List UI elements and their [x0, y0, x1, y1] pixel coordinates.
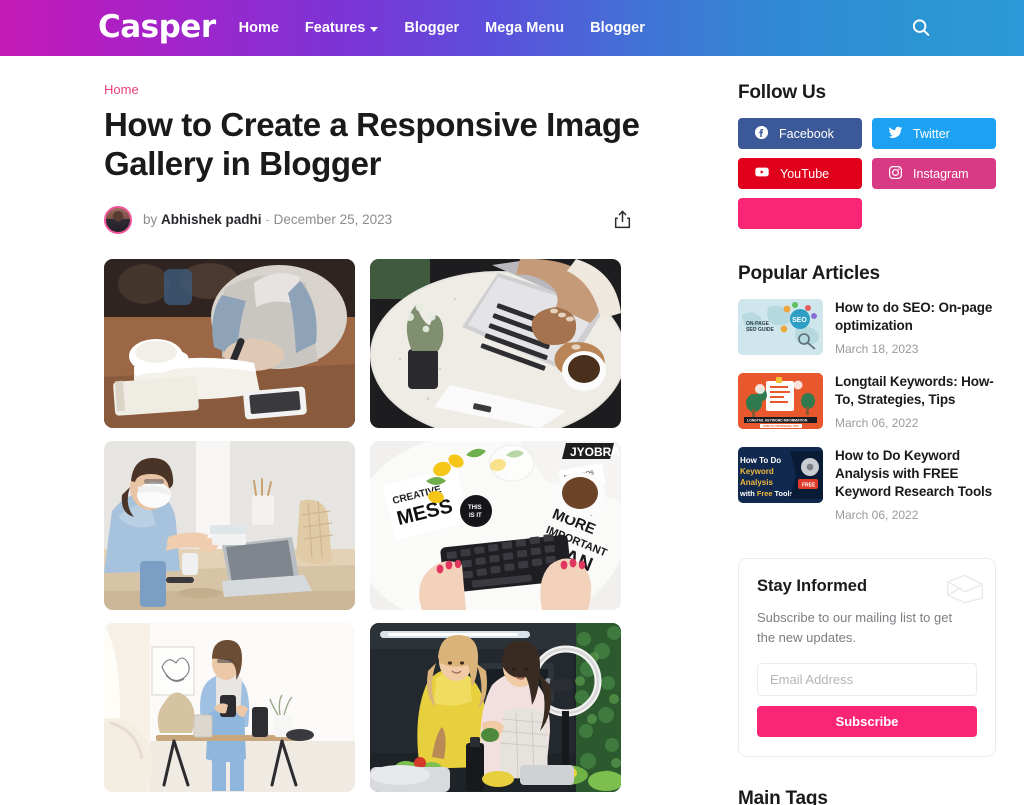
avatar: [104, 205, 132, 234]
list-item[interactable]: ON-PAGE SEO GUIDE SEO How to do SEO: On-…: [738, 299, 996, 356]
page-title: How to Create a Responsive Image Gallery…: [104, 106, 640, 182]
svg-text:FREE: FREE: [802, 482, 816, 488]
byline: by Abhishek padhi - December 25, 2023: [104, 205, 634, 234]
image-gallery: JYOBRA BEST TIPS FOR YOU CREATIVE MESS: [104, 258, 672, 792]
main-tags-heading: Main Tags: [738, 787, 828, 805]
social-button-youtube[interactable]: YouTube: [738, 158, 862, 189]
subscribe-button[interactable]: Subscribe: [757, 705, 977, 737]
main-column: Home How to Create a Responsive Image Ga…: [104, 56, 672, 805]
site-header: Casper Home Features Blogger Mega Menu B…: [0, 0, 1024, 56]
popular-thumbnail-2: LONGTAIL KEYWORD INFORMATION HOW-TO, STR…: [738, 372, 823, 429]
svg-text:IS IT: IS IT: [469, 513, 482, 519]
follow-us-heading: Follow Us: [738, 82, 826, 103]
svg-text:JYOBRA: JYOBRA: [570, 445, 620, 459]
popular-item-date: March 06, 2022: [835, 415, 919, 430]
byline-text: by Abhishek padhi - December 25, 2023: [143, 212, 392, 227]
popular-articles: Popular Articles ON-PAGE SEO GUIDE SEO H…: [738, 263, 996, 522]
social-button-instagram[interactable]: Instagram: [872, 158, 996, 189]
twitter-icon: [888, 125, 903, 143]
email-field[interactable]: [757, 662, 977, 696]
nav-label: Features: [304, 20, 366, 36]
popular-item-title[interactable]: How to Do Keyword Analysis with FREE Key…: [835, 447, 996, 501]
photo-kitchen-filming: [370, 622, 621, 792]
envelope-icon: [945, 573, 985, 610]
chevron-down-icon: [370, 26, 379, 32]
gallery-image-1[interactable]: [104, 258, 355, 428]
social-button-label: Twitter: [913, 126, 950, 141]
gallery-image-2[interactable]: [370, 258, 621, 428]
photo-woman-phone-room: [104, 622, 355, 792]
gallery-image-5[interactable]: [104, 622, 355, 792]
gallery-image-3[interactable]: [104, 440, 355, 610]
photo-desk-writing: [104, 258, 355, 428]
page-content: Home How to Create a Responsive Image Ga…: [0, 56, 1024, 805]
popular-item-text: How to Do Keyword Analysis with FREE Key…: [835, 447, 996, 522]
newsletter-description: Subscribe to our mailing list to get the…: [757, 609, 953, 645]
share-icon[interactable]: [612, 208, 634, 232]
page-root: Casper Home Features Blogger Mega Menu B…: [0, 0, 1024, 805]
search-icon[interactable]: [910, 17, 932, 39]
sidebar: Follow Us Facebook Twitter YouTube Insta…: [738, 56, 996, 805]
photo-keyboard-flatlay: JYOBRA BEST TIPS FOR YOU CREATIVE MESS: [370, 440, 621, 610]
svg-text:LONGTAIL KEYWORD INFORMATION: LONGTAIL KEYWORD INFORMATION: [747, 418, 808, 422]
popular-item-title[interactable]: Longtail Keywords: How-To, Strategies, T…: [835, 373, 996, 409]
post-date: December 25, 2023: [273, 212, 393, 228]
nav-label: Home: [238, 20, 279, 36]
svg-text:SEO GUIDE: SEO GUIDE: [746, 327, 774, 333]
svg-text:HOW-TO, STRATEGIES, TIPS: HOW-TO, STRATEGIES, TIPS: [763, 424, 799, 428]
popular-articles-heading: Popular Articles: [738, 263, 880, 284]
popular-item-title[interactable]: How to do SEO: On-page optimization: [835, 299, 996, 335]
popular-item-date: March 18, 2023: [835, 341, 919, 356]
breadcrumb[interactable]: Home: [104, 82, 672, 97]
popular-thumbnail-3: How To Do Keyword Analysis with Free Too…: [738, 446, 823, 503]
popular-thumbnail-1: ON-PAGE SEO GUIDE SEO: [738, 299, 823, 355]
svg-text:Keyword: Keyword: [740, 467, 774, 476]
social-buttons: Facebook Twitter YouTube Instagram: [738, 118, 996, 229]
popular-item-date: March 06, 2022: [835, 507, 919, 522]
newsletter-box: Stay Informed Subscribe to our mailing l…: [738, 557, 996, 757]
list-item[interactable]: LONGTAIL KEYWORD INFORMATION HOW-TO, STR…: [738, 372, 996, 430]
photo-laptop-typing: [370, 258, 621, 428]
popular-item-text: How to do SEO: On-page optimization Marc…: [835, 299, 996, 356]
social-button-twitter[interactable]: Twitter: [872, 118, 996, 149]
facebook-icon: [754, 125, 769, 143]
nav-item-blogger-2[interactable]: Blogger: [590, 20, 645, 36]
popular-item-text: Longtail Keywords: How-To, Strategies, T…: [835, 373, 996, 430]
byline-separator: -: [265, 212, 270, 228]
nav-item-mega-menu[interactable]: Mega Menu: [485, 20, 564, 36]
social-button-facebook[interactable]: Facebook: [738, 118, 862, 149]
social-button-extra[interactable]: [738, 198, 862, 229]
social-button-label: Instagram: [913, 166, 969, 181]
byline-prefix: by: [143, 212, 158, 228]
svg-text:Analysis: Analysis: [740, 478, 773, 487]
nav-item-home[interactable]: Home: [239, 20, 279, 36]
svg-text:THIS: THIS: [468, 505, 482, 511]
site-logo[interactable]: Casper: [98, 11, 216, 43]
social-button-label: Facebook: [779, 126, 834, 141]
main-nav: Home Features Blogger Mega Menu Blogger: [239, 20, 645, 36]
nav-label: Mega Menu: [485, 20, 565, 36]
main-tags-section: Main Tags: [738, 788, 996, 805]
gallery-image-4[interactable]: JYOBRA BEST TIPS FOR YOU CREATIVE MESS: [370, 440, 621, 610]
nav-item-features[interactable]: Features: [304, 20, 379, 36]
nav-label: Blogger: [404, 20, 460, 36]
youtube-icon: [754, 164, 770, 183]
nav-item-blogger[interactable]: Blogger: [404, 20, 459, 36]
photo-masked-woman-desk: [104, 440, 355, 610]
newsletter-title: Stay Informed: [757, 576, 868, 595]
svg-text:SEO: SEO: [792, 317, 807, 324]
nav-label: Blogger: [590, 20, 645, 36]
list-item[interactable]: How To Do Keyword Analysis with Free Too…: [738, 446, 996, 522]
svg-text:How To Do: How To Do: [740, 456, 781, 465]
svg-text:with Free Tools: with Free Tools: [739, 489, 794, 498]
social-button-label: YouTube: [780, 166, 830, 181]
author-name[interactable]: Abhishek padhi: [161, 212, 262, 227]
instagram-icon: [888, 165, 903, 183]
gallery-image-6[interactable]: [370, 622, 621, 792]
